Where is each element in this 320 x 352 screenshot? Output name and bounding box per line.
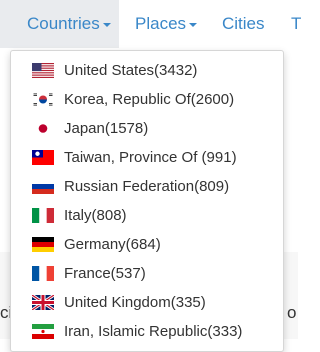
ru-flag-icon [32, 179, 54, 194]
kr-flag-icon [32, 92, 54, 107]
de-flag-icon [32, 237, 54, 252]
country-item-united-kingdom[interactable]: United Kingdom(335) [11, 288, 283, 317]
country-label: Korea, Republic Of(2600) [64, 91, 235, 108]
country-label: Taiwan, Province Of (991) [64, 149, 237, 166]
nav-places-dropdown[interactable]: Places [135, 0, 198, 48]
country-item-japan[interactable]: Japan(1578) [11, 114, 283, 143]
country-label: Japan(1578) [64, 120, 149, 137]
country-label: France(537) [64, 265, 146, 282]
country-item-united-states[interactable]: United States(3432) [11, 56, 283, 85]
ir-flag-icon [32, 324, 54, 339]
caret-down-icon [102, 22, 111, 27]
countries-dropdown-menu: United States(3432) Korea, Republic Of(2… [10, 50, 284, 352]
fr-flag-icon [32, 266, 54, 281]
nav-cities-link[interactable]: Cities [222, 0, 265, 48]
country-item-italy[interactable]: Italy(808) [11, 201, 283, 230]
it-flag-icon [32, 208, 54, 223]
country-item-iran[interactable]: Iran, Islamic Republic(333) [11, 317, 283, 346]
top-navbar: Countries Places Cities T [0, 0, 301, 48]
nav-partial-label: T [291, 14, 302, 33]
tw-flag-icon [32, 150, 54, 165]
nav-countries-label: Countries [27, 14, 100, 33]
country-label: United States(3432) [64, 62, 198, 79]
background-text-right: o [287, 303, 297, 322]
country-label: United Kingdom(335) [64, 294, 206, 311]
nav-places-label: Places [135, 14, 187, 33]
nav-countries-dropdown[interactable]: Countries [0, 0, 119, 48]
us-flag-icon [32, 63, 54, 78]
country-label: Germany(684) [64, 236, 161, 253]
country-item-germany[interactable]: Germany(684) [11, 230, 283, 259]
country-item-russia[interactable]: Russian Federation(809) [11, 172, 283, 201]
jp-flag-icon [32, 121, 54, 136]
country-label: Iran, Islamic Republic(333) [64, 323, 243, 340]
country-item-korea[interactable]: Korea, Republic Of(2600) [11, 85, 283, 114]
gb-flag-icon [32, 295, 54, 310]
nav-cities-label: Cities [222, 14, 265, 33]
country-label: Italy(808) [64, 207, 127, 224]
nav-partial-link[interactable]: T [291, 0, 301, 48]
caret-down-icon [189, 22, 198, 27]
country-item-taiwan[interactable]: Taiwan, Province Of (991) [11, 143, 283, 172]
country-item-france[interactable]: France(537) [11, 259, 283, 288]
country-label: Russian Federation(809) [64, 178, 230, 195]
